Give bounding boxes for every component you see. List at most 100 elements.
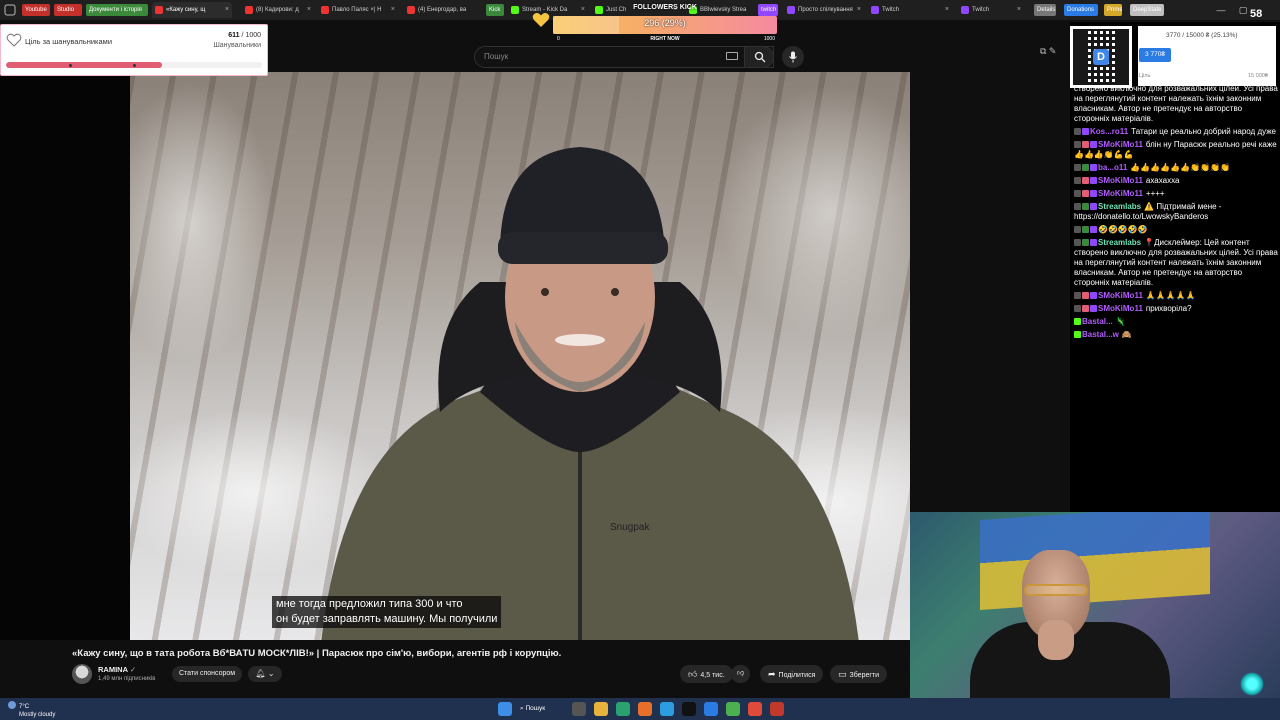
bookmark-item[interactable]: Studio bbox=[54, 4, 82, 16]
stream-chat: створено виключно для розважальних цілей… bbox=[1070, 22, 1280, 512]
start-button[interactable] bbox=[498, 702, 512, 716]
chat-text: ++++ bbox=[1145, 189, 1165, 198]
close-tab-icon[interactable]: × bbox=[945, 2, 949, 18]
bell-icon: 🔔︎ ⌄ bbox=[255, 669, 275, 678]
video-player[interactable]: Snugpak мне тогда предложил типа 300 и ч… bbox=[130, 72, 910, 640]
chat-message: Bastal... 🦎 bbox=[1074, 317, 1278, 327]
chat-badge-icon bbox=[1074, 292, 1081, 299]
bookmark-item[interactable]: Youtube bbox=[22, 4, 50, 16]
like-button[interactable]: 👍︎ 4,5 тис. bbox=[680, 665, 733, 683]
app-icon[interactable] bbox=[726, 702, 740, 716]
follower-goal-title: Ціль за шанувальниками bbox=[25, 37, 113, 46]
video-subtitles: мне тогда предложил типа 300 и что он бу… bbox=[272, 596, 502, 628]
app-icon[interactable] bbox=[704, 702, 718, 716]
minimize-button[interactable]: — bbox=[1210, 2, 1232, 18]
share-button[interactable]: ➦ Поділитися bbox=[760, 665, 824, 683]
donation-amount: 3 770₴ bbox=[1139, 48, 1171, 62]
kick-goal-title: FOLLOWERS KICK bbox=[633, 4, 697, 11]
browser-tab[interactable]: Twitch × bbox=[868, 2, 952, 18]
chat-username[interactable]: SMoKiMo11 bbox=[1098, 176, 1143, 185]
chat-username[interactable]: SMoKiMo11 bbox=[1098, 304, 1143, 313]
edge-icon[interactable] bbox=[616, 702, 630, 716]
chat-badge-icon bbox=[1082, 164, 1089, 171]
browser-tab[interactable]: Twitch × bbox=[958, 2, 1024, 18]
chat-message: 🤣🤣🤣🤣🤣 bbox=[1074, 225, 1278, 235]
bookmark-item[interactable]: DeepState bbox=[1130, 4, 1164, 16]
app-icon[interactable] bbox=[770, 702, 784, 716]
close-tab-icon[interactable]: × bbox=[225, 2, 229, 18]
close-tab-icon[interactable]: × bbox=[307, 2, 311, 18]
follower-goal-fill bbox=[6, 62, 163, 68]
sponsor-button[interactable]: Стати спонсором bbox=[172, 666, 243, 682]
kick-goal-value: 296 (29%) bbox=[644, 18, 686, 28]
chat-badge-icon bbox=[1090, 203, 1097, 210]
taskbar-search[interactable]: ⌕ Пошук bbox=[520, 701, 564, 717]
browser-tab[interactable]: «Кажу сину, щ × bbox=[152, 2, 232, 18]
bookmark-item[interactable]: Prime bbox=[1104, 4, 1122, 16]
browser-menu-icon[interactable] bbox=[4, 4, 16, 16]
chat-username[interactable]: Streamlabs bbox=[1098, 238, 1141, 247]
obs-icon[interactable] bbox=[682, 702, 696, 716]
subtitle-line-2: он будет заправлять машину. Мы получили bbox=[276, 613, 498, 625]
chat-text: 🙏🙏🙏🙏🙏 bbox=[1145, 291, 1196, 300]
save-button[interactable]: ▭ Зберегти bbox=[830, 665, 888, 683]
close-tab-icon[interactable]: × bbox=[1017, 2, 1021, 18]
chat-text: створено виключно для розважальних цілей… bbox=[1074, 84, 1278, 123]
microphone-icon bbox=[789, 51, 797, 63]
chat-badge-icon bbox=[1090, 190, 1097, 197]
notification-bell-button[interactable]: 🔔︎ ⌄ bbox=[248, 666, 282, 682]
search-button[interactable] bbox=[744, 46, 774, 68]
chat-badge-icon bbox=[1082, 292, 1089, 299]
chat-text: 🙈 bbox=[1121, 330, 1132, 339]
close-tab-icon[interactable]: × bbox=[857, 2, 861, 18]
chat-username[interactable]: ba...o11 bbox=[1098, 163, 1127, 172]
chat-username[interactable]: Kos...ro11 bbox=[1090, 127, 1128, 136]
task-view-icon[interactable] bbox=[572, 702, 586, 716]
chrome-icon[interactable] bbox=[748, 702, 762, 716]
bookmark-item[interactable]: Kick bbox=[486, 4, 504, 16]
chat-badge-icon bbox=[1074, 305, 1081, 312]
bookmark-item[interactable]: Документи і історія bbox=[86, 4, 148, 16]
chat-username[interactable]: Bastal...w bbox=[1082, 330, 1119, 339]
chat-text: прихворіла? bbox=[1145, 304, 1192, 313]
channel-avatar[interactable] bbox=[72, 664, 92, 684]
chat-badge-icon bbox=[1090, 305, 1097, 312]
video-title: «Кажу сину, що в тата робота Вб*ВАTU МОС… bbox=[72, 648, 562, 659]
kick-followers-goal: FOLLOWERS KICK 296 (29%) 0 RIGHT NOW 100… bbox=[553, 4, 777, 42]
dislike-button[interactable]: 👎︎ bbox=[731, 665, 751, 683]
chat-message: Bastal...w 🙈 bbox=[1074, 330, 1278, 340]
chat-username[interactable]: Bastal... bbox=[1082, 317, 1113, 326]
close-tab-icon[interactable]: × bbox=[391, 2, 395, 18]
windows-taskbar: 7°C Mostly cloudy ⌕ Пошук bbox=[0, 698, 1280, 720]
streamer-webcam bbox=[910, 512, 1280, 700]
browser-tab[interactable]: (4) Енергодар, ва× bbox=[404, 2, 498, 18]
browser-tab[interactable]: (8) Кадирови: д × bbox=[242, 2, 314, 18]
firefox-icon[interactable] bbox=[638, 702, 652, 716]
chat-badge-icon bbox=[1074, 331, 1081, 338]
chat-username[interactable]: SMoKiMo11 bbox=[1098, 291, 1143, 300]
heart-icon bbox=[6, 33, 22, 47]
chat-username[interactable]: SMoKiMo11 bbox=[1098, 189, 1143, 198]
chat-badge-icon bbox=[1074, 128, 1081, 135]
weather-widget[interactable]: 7°C Mostly cloudy bbox=[8, 701, 55, 719]
browser-tab[interactable]: Павло Паляс ×| Н × bbox=[318, 2, 398, 18]
file-explorer-icon[interactable] bbox=[594, 702, 608, 716]
header-extension-icons[interactable]: ⧉ ✎ bbox=[1040, 46, 1056, 57]
chat-username[interactable]: Streamlabs bbox=[1098, 202, 1141, 211]
telegram-icon[interactable] bbox=[660, 702, 674, 716]
bookmark-item[interactable]: Donations bbox=[1064, 4, 1098, 16]
bookmark-item[interactable]: Details bbox=[1034, 4, 1056, 16]
chat-badge-icon bbox=[1082, 190, 1089, 197]
keyboard-icon[interactable] bbox=[726, 52, 738, 60]
milestone-marker bbox=[133, 64, 136, 67]
chat-username[interactable]: SMoKiMo11 bbox=[1098, 140, 1143, 149]
chat-messages: створено виключно для розважальних цілей… bbox=[1074, 84, 1278, 343]
donation-goal-progress: 3770 / 15000 ₴ (25.13%) bbox=[1166, 32, 1238, 39]
chat-badge-icon bbox=[1074, 164, 1081, 171]
chat-badge-icon bbox=[1082, 141, 1089, 148]
video-info: «Кажу сину, що в тата робота Вб*ВАTU МОС… bbox=[0, 640, 910, 698]
chat-badge-icon bbox=[1082, 177, 1089, 184]
voice-search-button[interactable] bbox=[782, 46, 804, 68]
browser-tab[interactable]: Просто спілкування × bbox=[784, 2, 864, 18]
channel-name[interactable]: RAMINA ✓ bbox=[98, 665, 136, 674]
